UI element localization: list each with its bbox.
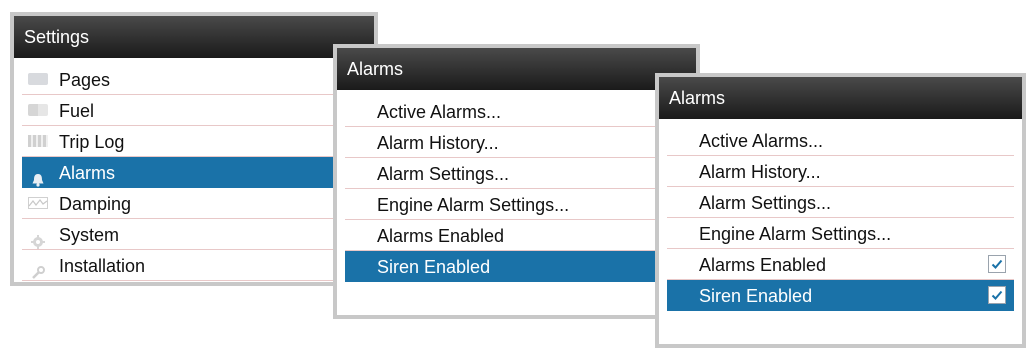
alarms-item-label: Active Alarms... <box>699 130 824 151</box>
alarms-panel-1: Alarms Active Alarms... Alarm History...… <box>333 44 700 319</box>
alarms-item-label: Engine Alarm Settings... <box>377 194 570 215</box>
alarms-title: Alarms <box>659 77 1022 119</box>
alarms-panel-2: Alarms Active Alarms... Alarm History...… <box>655 73 1026 348</box>
alarms-item-alarms-enabled[interactable]: Alarms Enabled <box>667 249 1014 280</box>
gear-icon <box>28 228 48 250</box>
settings-item-pages[interactable]: Pages <box>22 64 366 95</box>
alarms-item-label: Alarm Settings... <box>377 163 510 184</box>
alarms-item-active[interactable]: Active Alarms... <box>667 125 1014 156</box>
alarms-item-label: Engine Alarm Settings... <box>699 223 892 244</box>
fuel-icon <box>28 104 48 117</box>
siren-enabled-checkbox[interactable] <box>988 286 1006 304</box>
settings-item-damping[interactable]: Damping <box>22 188 366 219</box>
pages-icon <box>28 73 48 86</box>
settings-item-label: System <box>59 224 120 245</box>
alarms-item-settings[interactable]: Alarm Settings... <box>345 158 688 189</box>
alarms-item-label: Alarms Enabled <box>377 225 505 246</box>
alarms-item-label: Siren Enabled <box>377 256 491 277</box>
settings-item-label: Trip Log <box>59 131 125 152</box>
settings-item-fuel[interactable]: Fuel <box>22 95 366 126</box>
alarms-title: Alarms <box>337 48 696 90</box>
settings-item-label: Installation <box>59 255 146 276</box>
settings-item-system[interactable]: System <box>22 219 366 250</box>
settings-item-trip-log[interactable]: Trip Log <box>22 126 366 157</box>
check-icon <box>991 290 1003 300</box>
check-icon <box>991 259 1003 269</box>
alarms-item-label: Siren Enabled <box>699 285 813 306</box>
settings-panel: Settings Pages Fuel Trip Log Alarms Damp… <box>10 12 378 286</box>
alarms-item-siren-enabled[interactable]: Siren Enabled <box>345 251 688 282</box>
alarms-item-active[interactable]: Active Alarms... <box>345 96 688 127</box>
alarms-item-siren-enabled[interactable]: Siren Enabled <box>667 280 1014 311</box>
damping-icon <box>28 197 48 210</box>
alarms-item-alarms-enabled[interactable]: Alarms Enabled <box>345 220 688 251</box>
alarms-menu: Active Alarms... Alarm History... Alarm … <box>337 90 696 282</box>
alarms-menu: Active Alarms... Alarm History... Alarm … <box>659 119 1022 311</box>
bell-icon <box>28 166 48 187</box>
settings-title: Settings <box>14 16 374 58</box>
alarms-item-history[interactable]: Alarm History... <box>667 156 1014 187</box>
alarms-item-engine-settings[interactable]: Engine Alarm Settings... <box>667 218 1014 249</box>
settings-item-label: Alarms <box>59 162 116 183</box>
alarms-enabled-checkbox[interactable] <box>988 255 1006 273</box>
alarms-item-settings[interactable]: Alarm Settings... <box>667 187 1014 218</box>
alarms-item-label: Active Alarms... <box>377 101 502 122</box>
settings-item-installation[interactable]: Installation <box>22 250 366 281</box>
alarms-item-label: Alarm History... <box>699 161 821 182</box>
settings-item-alarms[interactable]: Alarms <box>22 157 366 188</box>
alarms-item-label: Alarms Enabled <box>699 254 827 275</box>
trip-log-icon <box>28 135 48 148</box>
settings-item-label: Pages <box>59 69 111 90</box>
alarms-item-engine-settings[interactable]: Engine Alarm Settings... <box>345 189 688 220</box>
settings-item-label: Fuel <box>59 100 95 121</box>
settings-menu: Pages Fuel Trip Log Alarms Damping Syste… <box>14 58 374 281</box>
settings-item-label: Damping <box>59 193 132 214</box>
alarms-item-label: Alarm Settings... <box>699 192 832 213</box>
alarms-item-label: Alarm History... <box>377 132 499 153</box>
wrench-icon <box>28 259 48 280</box>
alarms-item-history[interactable]: Alarm History... <box>345 127 688 158</box>
